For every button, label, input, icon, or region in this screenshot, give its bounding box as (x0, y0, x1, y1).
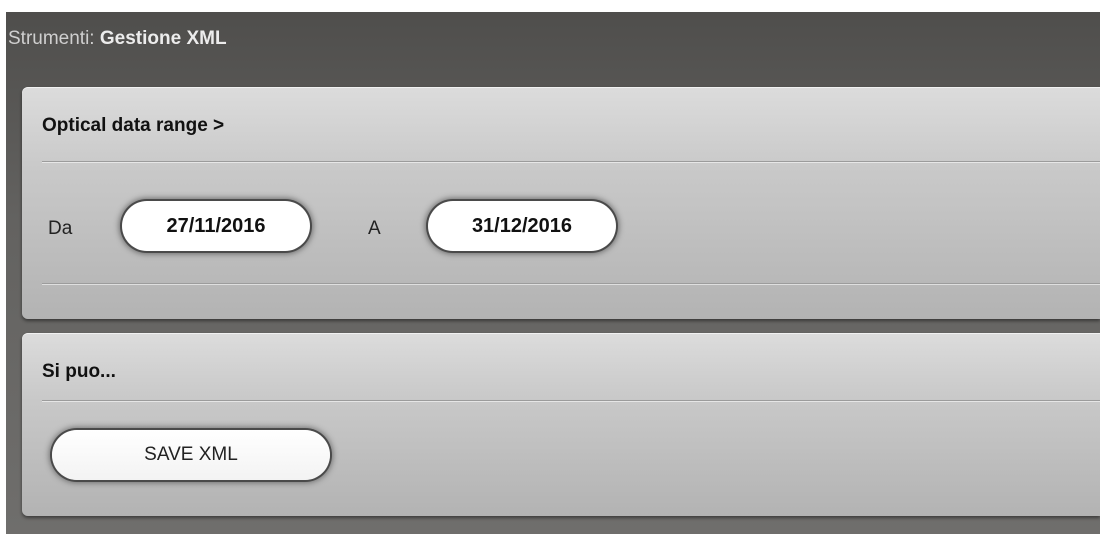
to-date-field[interactable]: 31/12/2016 (428, 201, 616, 251)
from-date-field[interactable]: 27/11/2016 (122, 201, 310, 251)
actions-header: Si puo... (42, 361, 116, 382)
date-range-header[interactable]: Optical data range > (42, 115, 224, 137)
window-title-prefix: Strumenti: (8, 28, 95, 49)
actions-panel: Si puo... SAVE XML (22, 333, 1100, 516)
tool-window: Strumenti: Gestione XML Optical data ran… (6, 12, 1100, 534)
save-xml-button[interactable]: SAVE XML (52, 430, 330, 480)
page: Strumenti: Gestione XML Optical data ran… (0, 0, 1100, 534)
window-title: Strumenti: Gestione XML (8, 27, 227, 51)
to-date-label: A (368, 218, 381, 239)
divider (42, 400, 1100, 401)
window-title-main: Gestione XML (99, 28, 227, 49)
divider (42, 161, 1100, 162)
divider (42, 283, 1100, 284)
from-date-label: Da (48, 218, 73, 239)
date-range-panel: Optical data range > Da 27/11/2016 A 31/… (22, 87, 1100, 319)
